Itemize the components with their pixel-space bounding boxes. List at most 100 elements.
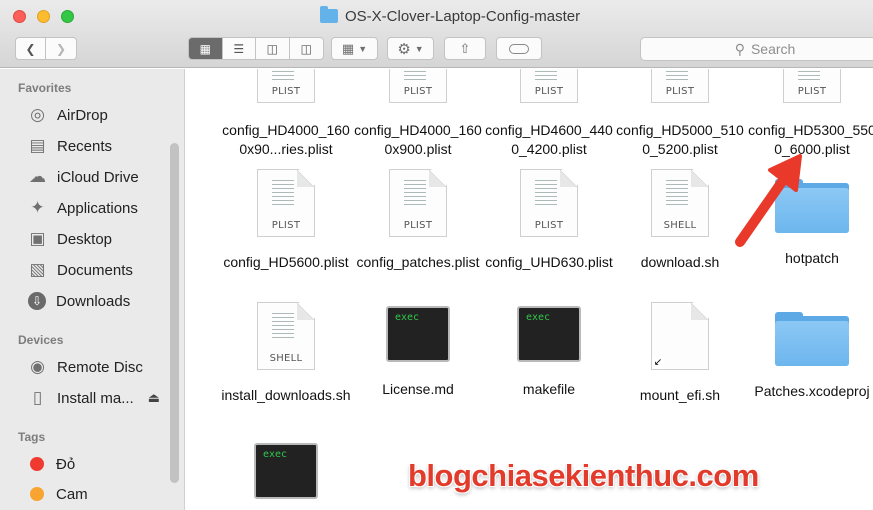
recents-icon: ▤ <box>29 136 46 155</box>
plist-file-icon: PLIST <box>520 69 578 103</box>
executable-icon: exec <box>386 306 450 362</box>
column-view-icon[interactable]: ◫ <box>256 38 290 59</box>
sidebar-header-devices: Devices <box>18 333 64 347</box>
sidebar-item-applications[interactable]: ✦ Applications <box>26 196 138 220</box>
file-item[interactable]: exec License.md <box>352 302 484 399</box>
file-name: makefile <box>522 381 576 397</box>
file-name: install_downloads.sh <box>221 387 351 403</box>
file-item[interactable]: PLIST config_HD4000_1600x900.plist <box>352 69 484 159</box>
sidebar-item-label: iCloud Drive <box>57 168 139 186</box>
sidebar-item-airdrop[interactable]: ◎ AirDrop <box>26 103 108 127</box>
window-titlebar: OS-X-Clover-Laptop-Config-master ❮ ❯ ▦ ☰… <box>0 0 873 68</box>
plist-file-icon: PLIST <box>651 69 709 103</box>
sidebar-item-tag-red[interactable]: Đỏ <box>26 452 75 476</box>
search-field[interactable]: ⚲ Search <box>640 37 873 61</box>
plist-file-icon: PLIST <box>389 169 447 237</box>
search-placeholder: Search <box>750 41 796 57</box>
executable-icon: exec <box>517 306 581 362</box>
folder-item[interactable]: Patches.xcodeproj <box>746 302 873 401</box>
list-view-icon[interactable]: ☰ <box>223 38 256 59</box>
action-button[interactable]: ⚙ ▼ <box>387 37 434 60</box>
chevron-down-icon: ▼ <box>358 43 368 54</box>
file-item[interactable]: SHELL download.sh <box>614 169 746 272</box>
file-item[interactable]: PLIST config_HD5300_5500_6000.plist <box>746 69 873 159</box>
file-name: download.sh <box>640 254 720 270</box>
search-icon: ⚲ <box>734 40 745 57</box>
close-window-button[interactable] <box>13 10 26 23</box>
minimize-window-button[interactable] <box>37 10 50 23</box>
sidebar-item-documents[interactable]: ▧ Documents <box>26 258 132 282</box>
share-icon: ⇧ <box>459 40 471 56</box>
alias-file-icon: ↙ <box>651 302 709 370</box>
alias-arrow-icon: ↙ <box>652 357 664 369</box>
file-name: config_UHD630.plist <box>485 254 613 270</box>
plist-file-icon: PLIST <box>389 69 447 103</box>
file-item[interactable]: SHELL install_downloads.sh <box>220 302 352 405</box>
folder-icon <box>775 312 849 366</box>
back-forward-control: ❮ ❯ <box>15 37 77 60</box>
sidebar-item-label: Desktop <box>57 230 113 248</box>
file-name: Patches.xcodeproj <box>754 383 870 399</box>
file-item[interactable]: PLIST config_HD5000_5100_5200.plist <box>614 69 746 159</box>
sidebar-header-favorites: Favorites <box>18 81 72 95</box>
chevron-down-icon: ▼ <box>414 43 424 54</box>
desktop-icon: ▣ <box>29 229 46 248</box>
sidebar-item-label: Remote Disc <box>57 358 143 376</box>
disc-icon: ◉ <box>30 357 45 376</box>
file-item[interactable]: PLIST config_patches.plist <box>352 169 484 272</box>
file-item[interactable]: ↙ mount_efi.sh <box>614 302 746 405</box>
sidebar-header-tags: Tags <box>18 430 46 444</box>
file-item[interactable]: exec makefile <box>483 302 615 399</box>
airdrop-icon: ◎ <box>30 105 45 124</box>
cover-flow-view-icon[interactable]: ◫ <box>290 38 323 59</box>
sidebar-item-downloads[interactable]: ⇩ Downloads <box>26 289 130 313</box>
cloud-icon: ☁ <box>29 167 46 186</box>
sidebar-item-label: Cam <box>56 485 88 503</box>
sidebar-item-icloud-drive[interactable]: ☁ iCloud Drive <box>26 165 139 189</box>
gear-icon: ⚙ <box>397 40 411 58</box>
file-item[interactable]: PLIST config_UHD630.plist <box>483 169 615 272</box>
tag-icon <box>509 43 529 54</box>
eject-icon[interactable]: ⏏ <box>148 390 160 406</box>
sidebar-item-label: Applications <box>57 199 138 217</box>
sidebar-item-label: Đỏ <box>56 455 76 473</box>
sidebar-item-recents[interactable]: ▤ Recents <box>26 134 112 158</box>
documents-icon: ▧ <box>29 260 46 279</box>
sidebar-item-remote-disc[interactable]: ◉ Remote Disc <box>26 355 143 379</box>
executable-icon: exec <box>254 443 318 499</box>
chevron-right-icon[interactable]: ❯ <box>46 38 76 59</box>
arrange-button[interactable]: ▦ ▼ <box>331 37 378 60</box>
sidebar-item-tag-orange[interactable]: Cam <box>26 482 88 506</box>
maximize-window-button[interactable] <box>61 10 74 23</box>
sidebar: Favorites ◎ AirDrop ▤ Recents ☁ iCloud D… <box>0 69 185 510</box>
file-name: config_HD4000_1600x90...ries.plist <box>222 122 350 157</box>
sidebar-item-label: Downloads <box>56 292 131 310</box>
file-name: config_patches.plist <box>356 254 480 270</box>
applications-icon: ✦ <box>30 198 45 217</box>
orange-tag-dot-icon <box>30 487 44 501</box>
file-item[interactable]: PLIST config_HD5600.plist <box>220 169 352 272</box>
share-button[interactable]: ⇧ <box>444 37 486 60</box>
file-item[interactable]: PLIST config_HD4000_1600x90...ries.plist <box>220 69 352 159</box>
sidebar-item-desktop[interactable]: ▣ Desktop <box>26 227 112 251</box>
plist-file-icon: PLIST <box>520 169 578 237</box>
file-item[interactable]: exec <box>220 439 352 505</box>
plist-file-icon: PLIST <box>257 169 315 237</box>
chevron-left-icon[interactable]: ❮ <box>16 38 46 59</box>
file-name: config_HD5600.plist <box>223 254 349 270</box>
plist-file-icon: PLIST <box>257 69 315 103</box>
sidebar-item-install-drive[interactable]: ▯ Install ma... ⏏ <box>26 386 160 410</box>
sidebar-scrollbar[interactable] <box>170 143 179 483</box>
shell-script-icon: SHELL <box>651 169 709 237</box>
file-name: hotpatch <box>785 250 839 266</box>
icon-view-icon[interactable]: ▦ <box>189 38 223 59</box>
window-title: OS-X-Clover-Laptop-Config-master <box>320 6 580 26</box>
plist-file-icon: PLIST <box>783 69 841 103</box>
sidebar-item-label: Install ma... <box>57 389 134 407</box>
grid-arrange-icon: ▦ <box>341 40 355 56</box>
tag-button[interactable] <box>496 37 542 60</box>
sidebar-item-label: Recents <box>57 137 113 155</box>
file-item[interactable]: PLIST config_HD4600_4400_4200.plist <box>483 69 615 159</box>
file-name: License.md <box>382 381 454 397</box>
annotation-arrow-icon <box>735 154 802 247</box>
